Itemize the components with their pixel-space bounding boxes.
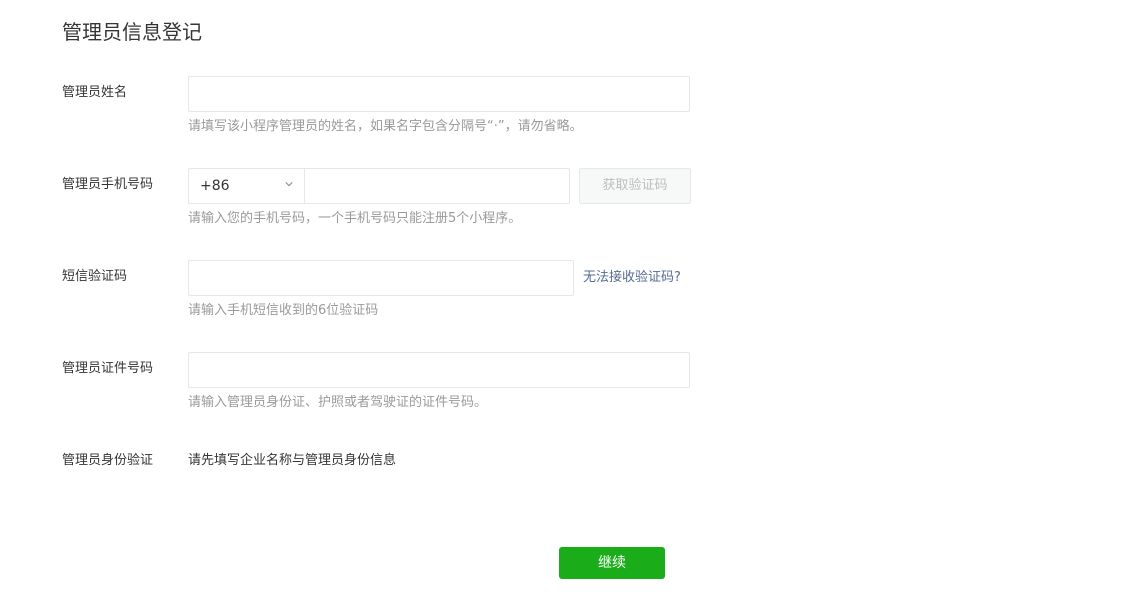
identity-label: 管理员身份验证 <box>62 453 154 468</box>
continue-button[interactable]: 继续 <box>559 547 665 579</box>
id-number-input[interactable] <box>188 352 690 388</box>
cannot-receive-code-link[interactable]: 无法接收验证码? <box>583 269 681 287</box>
name-hint: 请填写该小程序管理员的姓名，如果名字包含分隔号“·”，请勿省略。 <box>188 119 583 134</box>
name-input[interactable] <box>188 76 690 112</box>
phone-label: 管理员手机号码 <box>62 177 154 192</box>
sms-hint: 请输入手机短信收到的6位验证码 <box>188 303 379 318</box>
sms-code-input[interactable] <box>188 260 574 296</box>
country-code-select[interactable]: +86 <box>188 168 305 204</box>
phone-hint: 请输入您的手机号码，一个手机号码只能注册5个小程序。 <box>188 211 522 226</box>
country-code-value: +86 <box>200 178 230 194</box>
chevron-down-icon <box>285 182 293 187</box>
sms-row: 短信验证码 无法接收验证码? 请输入手机短信收到的6位验证码 <box>0 260 1129 322</box>
name-row: 管理员姓名 请填写该小程序管理员的姓名，如果名字包含分隔号“·”，请勿省略。 <box>0 76 1129 138</box>
identity-status-text: 请先填写企业名称与管理员身份信息 <box>188 453 397 468</box>
phone-input[interactable] <box>304 168 570 204</box>
get-code-button[interactable]: 获取验证码 <box>579 168 691 204</box>
page-title: 管理员信息登记 <box>62 20 202 44</box>
id-number-hint: 请输入管理员身份证、护照或者驾驶证的证件号码。 <box>188 395 488 410</box>
id-number-label: 管理员证件号码 <box>62 361 154 376</box>
phone-row: 管理员手机号码 +86 获取验证码 请输入您的手机号码，一个手机号码只能注册5个… <box>0 168 1129 230</box>
identity-row: 管理员身份验证 请先填写企业名称与管理员身份信息 <box>0 452 1129 474</box>
id-number-row: 管理员证件号码 请输入管理员身份证、护照或者驾驶证的证件号码。 <box>0 352 1129 414</box>
sms-label: 短信验证码 <box>62 269 128 284</box>
name-label: 管理员姓名 <box>62 85 128 100</box>
